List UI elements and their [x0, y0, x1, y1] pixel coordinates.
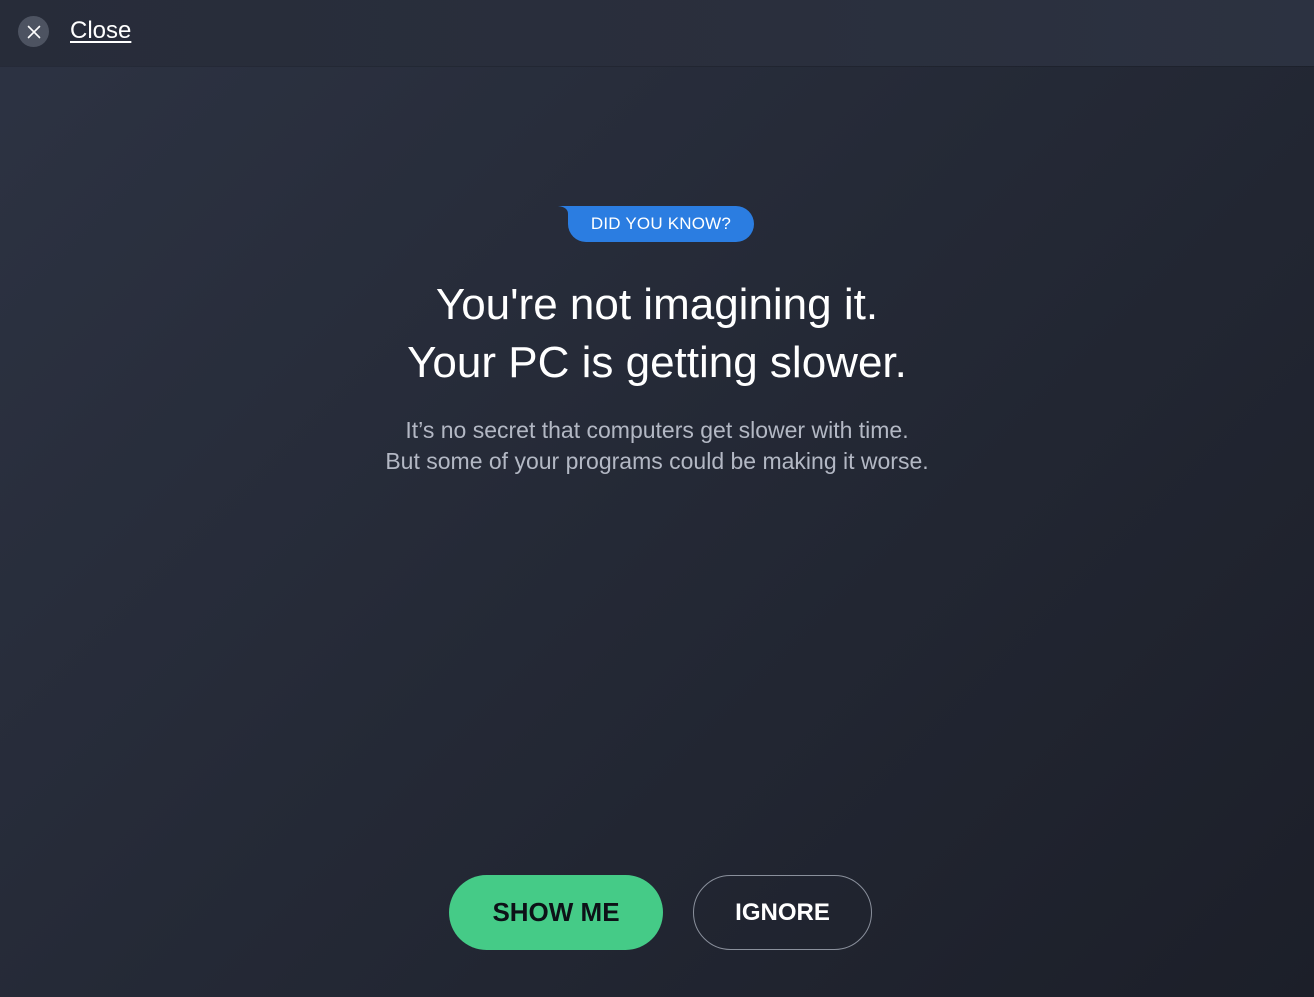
did-you-know-badge: DID YOU KNOW? — [558, 206, 754, 242]
headline-line-1: You're not imagining it. — [435, 280, 879, 329]
close-x-glyph — [27, 25, 40, 38]
top-bar: Close — [0, 0, 1314, 66]
ignore-button[interactable]: IGNORE — [693, 875, 872, 950]
description-line-2: But some of your programs could be makin… — [385, 448, 929, 474]
close-icon[interactable] — [18, 16, 49, 47]
show-me-button[interactable]: SHOW ME — [449, 875, 663, 950]
headline: You're not imagining it. Your PC is gett… — [0, 276, 1314, 392]
headline-line-2: Your PC is getting slower. — [407, 338, 907, 387]
close-link[interactable]: Close — [70, 17, 131, 45]
badge-label: DID YOU KNOW? — [590, 214, 732, 233]
description: It’s no secret that computers get slower… — [0, 415, 1314, 477]
description-line-1: It’s no secret that computers get slower… — [405, 417, 909, 443]
